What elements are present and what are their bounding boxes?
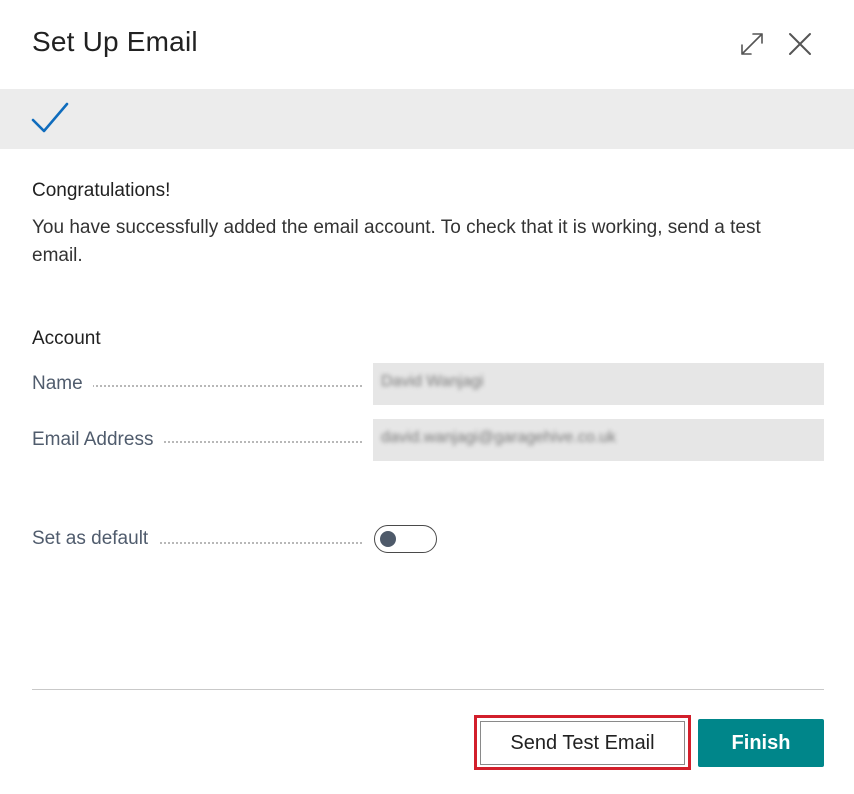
dialog-title: Set Up Email bbox=[32, 26, 198, 57]
set-as-default-toggle[interactable] bbox=[374, 525, 437, 553]
email-field-row: Email Address david.wanjagi@garagehive.c… bbox=[32, 419, 824, 461]
toggle-knob bbox=[380, 531, 396, 547]
set-as-default-label: Set as default bbox=[32, 528, 159, 550]
set-as-default-row: Set as default bbox=[32, 520, 824, 560]
set-up-email-dialog: Set Up Email Congratulations! You have s… bbox=[0, 0, 854, 794]
finish-button[interactable]: Finish bbox=[698, 719, 824, 767]
congratulations-heading: Congratulations! bbox=[32, 180, 171, 201]
expand-icon bbox=[741, 33, 763, 55]
progress-banner bbox=[0, 89, 854, 149]
leader-dots bbox=[92, 385, 362, 387]
close-button[interactable] bbox=[782, 26, 818, 62]
name-label: Name bbox=[32, 373, 93, 395]
name-field[interactable]: David Wanjagi bbox=[373, 363, 824, 405]
email-address-value: david.wanjagi@garagehive.co.uk bbox=[381, 429, 617, 446]
close-icon bbox=[789, 33, 811, 55]
footer-divider bbox=[32, 689, 824, 690]
name-value: David Wanjagi bbox=[381, 373, 484, 390]
email-address-field[interactable]: david.wanjagi@garagehive.co.uk bbox=[373, 419, 824, 461]
send-test-email-button[interactable]: Send Test Email bbox=[480, 721, 685, 765]
name-field-row: Name David Wanjagi bbox=[32, 363, 824, 405]
success-message: You have successfully added the email ac… bbox=[32, 217, 761, 266]
expand-button[interactable] bbox=[734, 26, 770, 62]
checkmark-icon bbox=[31, 102, 69, 133]
email-address-label: Email Address bbox=[32, 429, 164, 451]
account-section-title: Account bbox=[32, 328, 101, 349]
